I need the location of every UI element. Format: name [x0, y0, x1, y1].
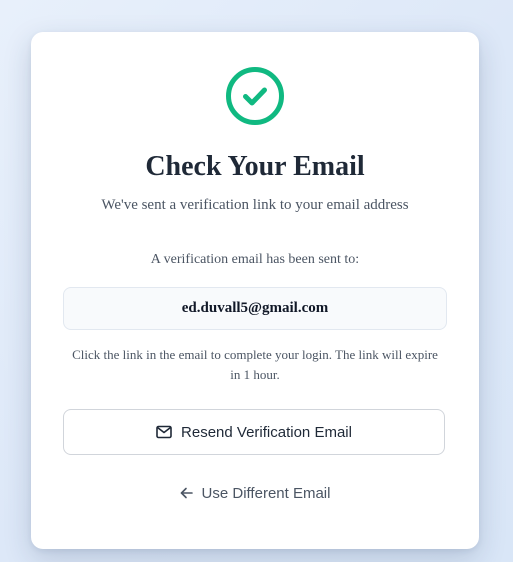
- page-title: Check Your Email: [145, 151, 365, 182]
- use-different-email-link[interactable]: Use Different Email: [31, 482, 479, 504]
- arrow-left-icon: [180, 487, 193, 499]
- resend-button-label: Resend Verification Email: [181, 423, 352, 441]
- mail-icon: [156, 425, 172, 439]
- different-email-label: Use Different Email: [201, 484, 331, 502]
- expiry-note: Click the link in the email to complete …: [72, 347, 438, 382]
- email-address-display: ed.duvall5@gmail.com: [63, 287, 447, 330]
- verification-card: Check Your Email We've sent a verificati…: [31, 32, 479, 549]
- check-circle-icon: [225, 66, 285, 126]
- email-address: ed.duvall5@gmail.com: [181, 300, 329, 316]
- sent-to-label: A verification email has been sent to:: [150, 252, 360, 267]
- resend-verification-button[interactable]: Resend Verification Email: [63, 409, 445, 455]
- page-subtitle: We've sent a verification link to your e…: [101, 197, 409, 213]
